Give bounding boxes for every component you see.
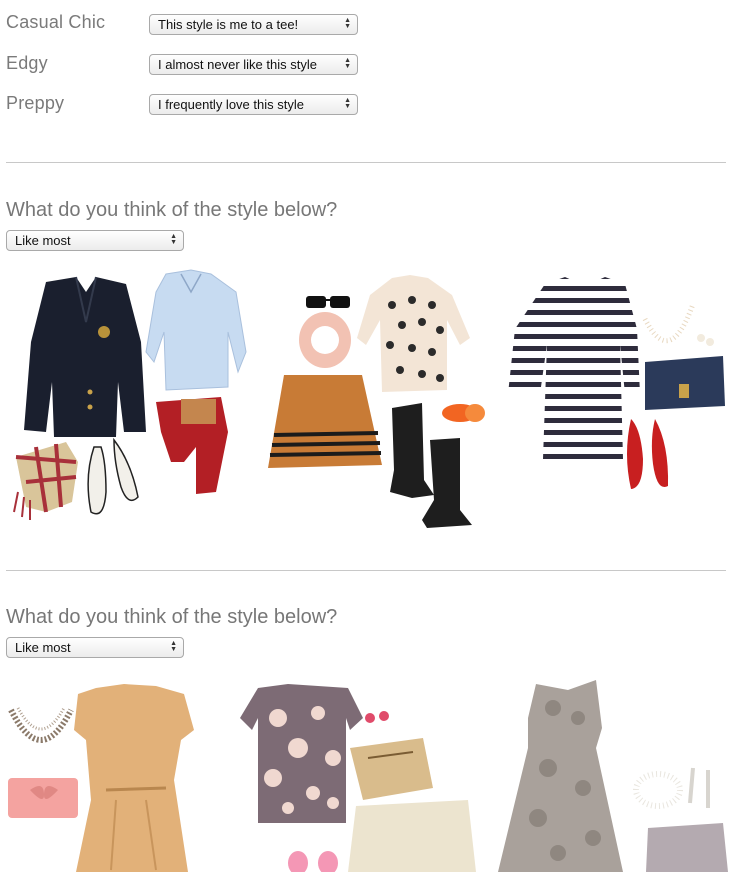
outfit-striped-image <box>508 277 725 489</box>
section-question: What do you think of the style below? <box>6 606 338 628</box>
style-rating-select-value: Like most <box>15 640 71 655</box>
rating-select-value: I almost never like this style <box>158 57 317 72</box>
updown-arrow-icon: ▲ ▼ <box>344 97 351 110</box>
rating-select-value: This style is me to a tee! <box>158 17 299 32</box>
outfit-lace-dress-image <box>498 680 728 872</box>
rating-select-preppy[interactable]: I frequently love this style ▲ ▼ <box>149 94 358 115</box>
outfit-draped-dress-image <box>8 684 194 872</box>
section-question: What do you think of the style below? <box>6 199 338 221</box>
style-rating-select[interactable]: Like most ▲ ▼ <box>6 637 184 658</box>
rating-label-casual-chic: Casual Chic <box>6 12 106 32</box>
outfit-floral-image <box>240 684 476 872</box>
outfit-preppy-image <box>13 269 247 520</box>
updown-arrow-icon: ▲ ▼ <box>344 57 351 70</box>
rating-select-edgy[interactable]: I almost never like this style ▲ ▼ <box>149 54 358 75</box>
style-rating-select-value: Like most <box>15 233 71 248</box>
rating-label-preppy: Preppy <box>6 93 65 113</box>
updown-arrow-icon: ▲ ▼ <box>344 17 351 30</box>
section-divider <box>6 162 726 163</box>
outfit-casual-chic-image <box>268 275 485 528</box>
updown-arrow-icon: ▲ ▼ <box>170 233 177 246</box>
updown-arrow-icon: ▲ ▼ <box>170 640 177 653</box>
style-rating-select[interactable]: Like most ▲ ▼ <box>6 230 184 251</box>
rating-select-casual-chic[interactable]: This style is me to a tee! ▲ ▼ <box>149 14 358 35</box>
rating-label-edgy: Edgy <box>6 53 48 73</box>
section-divider <box>6 570 726 571</box>
rating-select-value: I frequently love this style <box>158 97 304 112</box>
